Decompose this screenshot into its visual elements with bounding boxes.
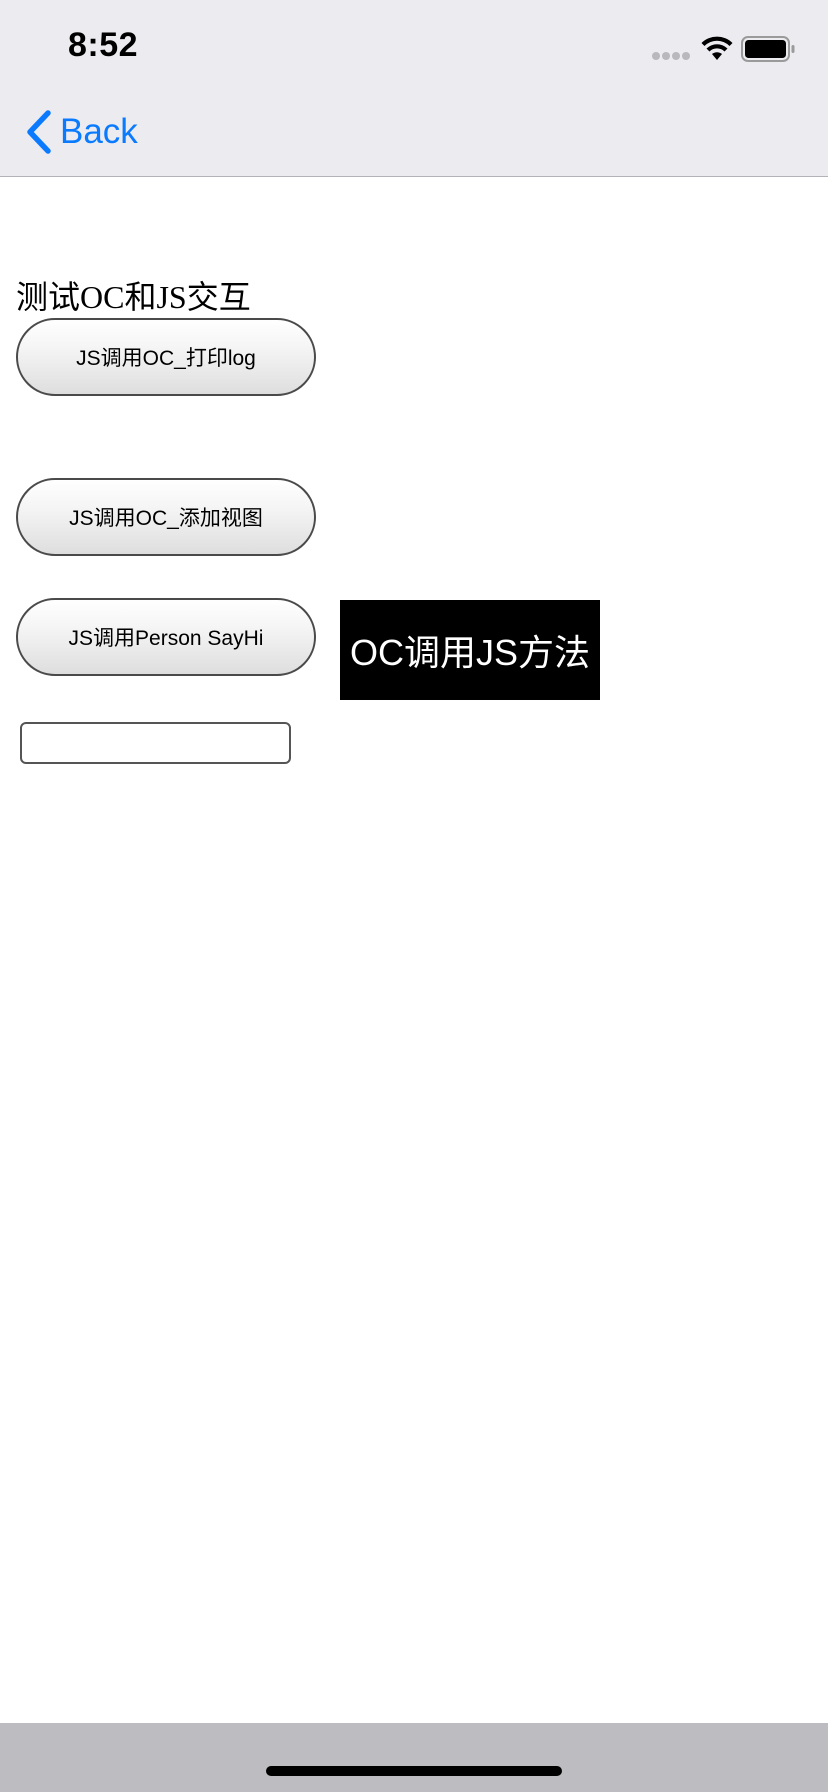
- status-time: 8:52: [68, 26, 139, 64]
- wifi-icon: [701, 36, 733, 60]
- oc-call-js-button[interactable]: OC调用JS方法: [340, 600, 600, 700]
- navigation-header: 8:52 Back: [0, 0, 828, 177]
- home-indicator-area: [0, 1723, 828, 1792]
- js-call-oc-add-view-button[interactable]: JS调用OC_添加视图: [16, 478, 316, 556]
- text-input-field[interactable]: [20, 722, 291, 764]
- page-title: 测试OC和JS交互: [16, 279, 251, 315]
- chevron-left-icon: [27, 110, 51, 154]
- back-label: Back: [60, 112, 138, 151]
- js-call-person-sayhi-button[interactable]: JS调用Person SayHi: [16, 598, 316, 676]
- cellular-signal-icon: [652, 52, 692, 61]
- back-button[interactable]: Back: [24, 106, 138, 158]
- js-call-oc-log-button[interactable]: JS调用OC_打印log: [16, 318, 316, 396]
- battery-icon: [741, 36, 795, 62]
- home-indicator[interactable]: [266, 1766, 562, 1776]
